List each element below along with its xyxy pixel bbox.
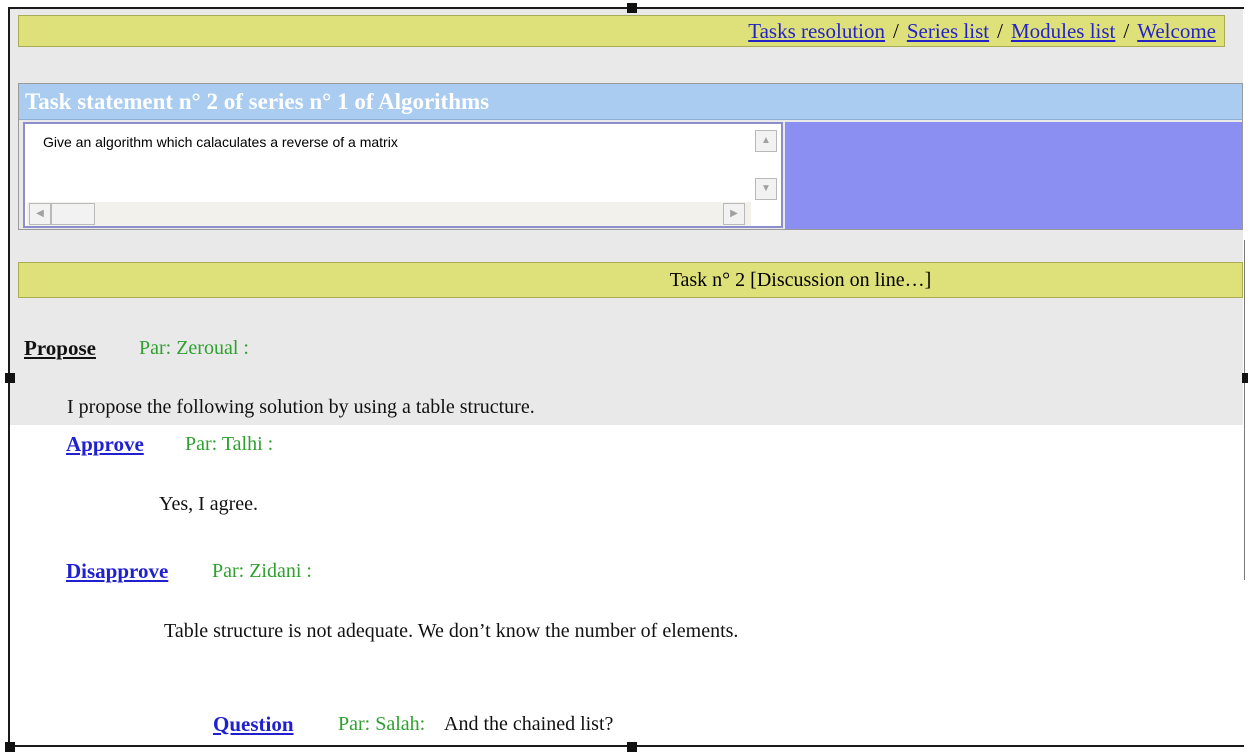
resize-handle-left[interactable] bbox=[5, 373, 15, 383]
post-type-disapprove[interactable]: Disapprove bbox=[66, 559, 168, 584]
post-author: Par: Talhi : bbox=[185, 433, 274, 455]
discussion-header: Task n° 2 [Discussion on line…] bbox=[18, 262, 1243, 298]
post-author: Par: Salah: bbox=[338, 713, 426, 735]
scroll-left-arrow-icon[interactable]: ◀ bbox=[29, 203, 51, 225]
post-body: Yes, I agree. bbox=[159, 493, 259, 515]
scroll-down-arrow-icon[interactable]: ▼ bbox=[755, 178, 777, 200]
frame-right-border bbox=[1244, 240, 1245, 580]
scroll-right-arrow-icon[interactable]: ▶ bbox=[723, 203, 745, 225]
resize-handle-bottom-left[interactable] bbox=[5, 742, 15, 752]
nav-separator: / bbox=[997, 19, 1003, 43]
post-body: And the chained list? bbox=[444, 713, 614, 735]
post-type-propose[interactable]: Propose bbox=[24, 336, 96, 361]
nav-separator: / bbox=[893, 19, 899, 43]
nav-link-modules-list[interactable]: Modules list bbox=[1011, 19, 1115, 43]
frame-bottom-border bbox=[8, 745, 1244, 747]
task-statement-title: Task statement n° 2 of series n° 1 of Al… bbox=[19, 84, 1242, 120]
task-statement-textarea[interactable]: Give an algorithm which calaculates a re… bbox=[23, 122, 783, 228]
top-navigation-bar: Tasks resolution / Series list / Modules lis… bbox=[18, 15, 1225, 47]
post-type-approve[interactable]: Approve bbox=[66, 432, 144, 457]
resize-handle-top[interactable] bbox=[627, 3, 637, 13]
nav-link-tasks-resolution[interactable]: Tasks resolution bbox=[748, 19, 885, 43]
nav-link-series-list[interactable]: Series list bbox=[907, 19, 989, 43]
vertical-scrollbar[interactable]: ▲ ▼ bbox=[755, 130, 779, 200]
task-statement-text: Give an algorithm which calaculates a re… bbox=[43, 134, 398, 150]
frame-top-border bbox=[8, 7, 1244, 9]
task-statement-panel: Task statement n° 2 of series n° 1 of Al… bbox=[18, 83, 1243, 230]
nav-link-welcome[interactable]: Welcome bbox=[1137, 19, 1216, 43]
discussion-header-text: Task n° 2 [Discussion on line…] bbox=[669, 269, 932, 291]
nav-separator: / bbox=[1123, 19, 1130, 43]
horizontal-scrollbar[interactable]: ◀ ▶ bbox=[27, 202, 751, 226]
post-type-question[interactable]: Question bbox=[213, 712, 294, 737]
resize-handle-bottom[interactable] bbox=[627, 742, 637, 752]
side-color-panel bbox=[785, 122, 1242, 229]
post-body: I propose the following solution by usin… bbox=[67, 396, 535, 418]
post-author: Par: Zeroual : bbox=[139, 337, 249, 359]
resize-handle-right[interactable] bbox=[1242, 373, 1248, 383]
scroll-up-arrow-icon[interactable]: ▲ bbox=[755, 130, 777, 152]
post-body: Table structure is not adequate. We don’… bbox=[164, 620, 739, 642]
scroll-thumb[interactable] bbox=[51, 203, 95, 225]
post-author: Par: Zidani : bbox=[212, 560, 312, 582]
